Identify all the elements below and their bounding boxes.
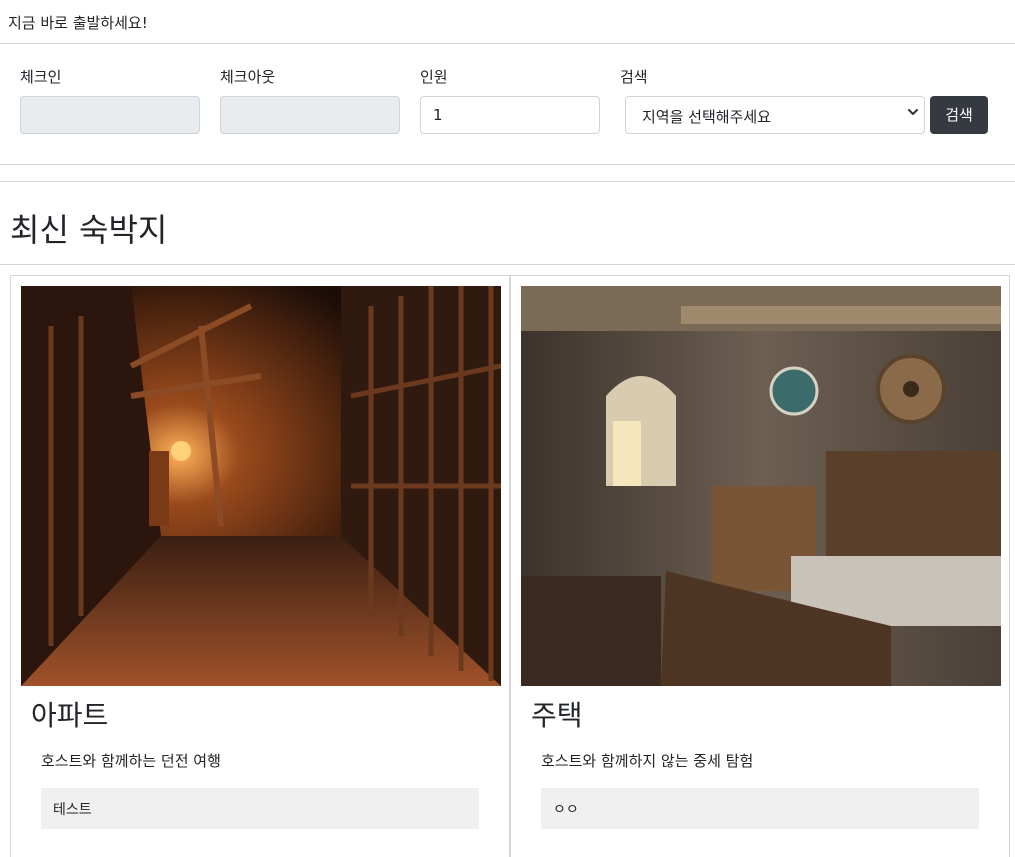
region-label: 검색 xyxy=(620,68,648,86)
section-title: 최신 숙박지 xyxy=(10,211,168,249)
listing-tag: 테스트 xyxy=(41,788,479,829)
listing-card[interactable]: 아파트 호스트와 함께하는 던전 여행 테스트 xyxy=(10,275,510,857)
checkout-input[interactable] xyxy=(220,96,400,134)
listing-description: 호스트와 함께하지 않는 중세 탐험 xyxy=(541,752,754,770)
listing-image[interactable] xyxy=(21,286,501,686)
divider xyxy=(0,264,1015,265)
guests-value: 1 xyxy=(433,106,443,124)
divider xyxy=(0,181,1015,182)
listing-tag: ㅇㅇ xyxy=(541,788,979,829)
checkout-label: 체크아웃 xyxy=(220,68,276,86)
top-banner: 지금 바로 출발하세요! xyxy=(0,0,1015,44)
listing-image[interactable] xyxy=(521,286,1001,686)
listing-title: 아파트 xyxy=(31,699,109,732)
search-bar: 체크인 체크아웃 인원 1 검색 지역을 선택해주세요 검색 xyxy=(0,44,1015,165)
chevron-down-icon xyxy=(906,105,920,123)
listing-title: 주택 xyxy=(531,699,583,732)
checkin-input[interactable] xyxy=(20,96,200,134)
guests-label: 인원 xyxy=(420,68,448,86)
region-select[interactable]: 지역을 선택해주세요 xyxy=(625,96,925,134)
region-selected-value: 지역을 선택해주세요 xyxy=(642,108,771,126)
search-button[interactable]: 검색 xyxy=(930,96,988,134)
listing-card[interactable]: 주택 호스트와 함께하지 않는 중세 탐험 ㅇㅇ xyxy=(510,275,1010,857)
checkin-label: 체크인 xyxy=(20,68,62,86)
guests-input[interactable]: 1 xyxy=(420,96,600,134)
top-banner-text: 지금 바로 출발하세요! xyxy=(8,14,148,32)
listing-description: 호스트와 함께하는 던전 여행 xyxy=(41,752,221,770)
